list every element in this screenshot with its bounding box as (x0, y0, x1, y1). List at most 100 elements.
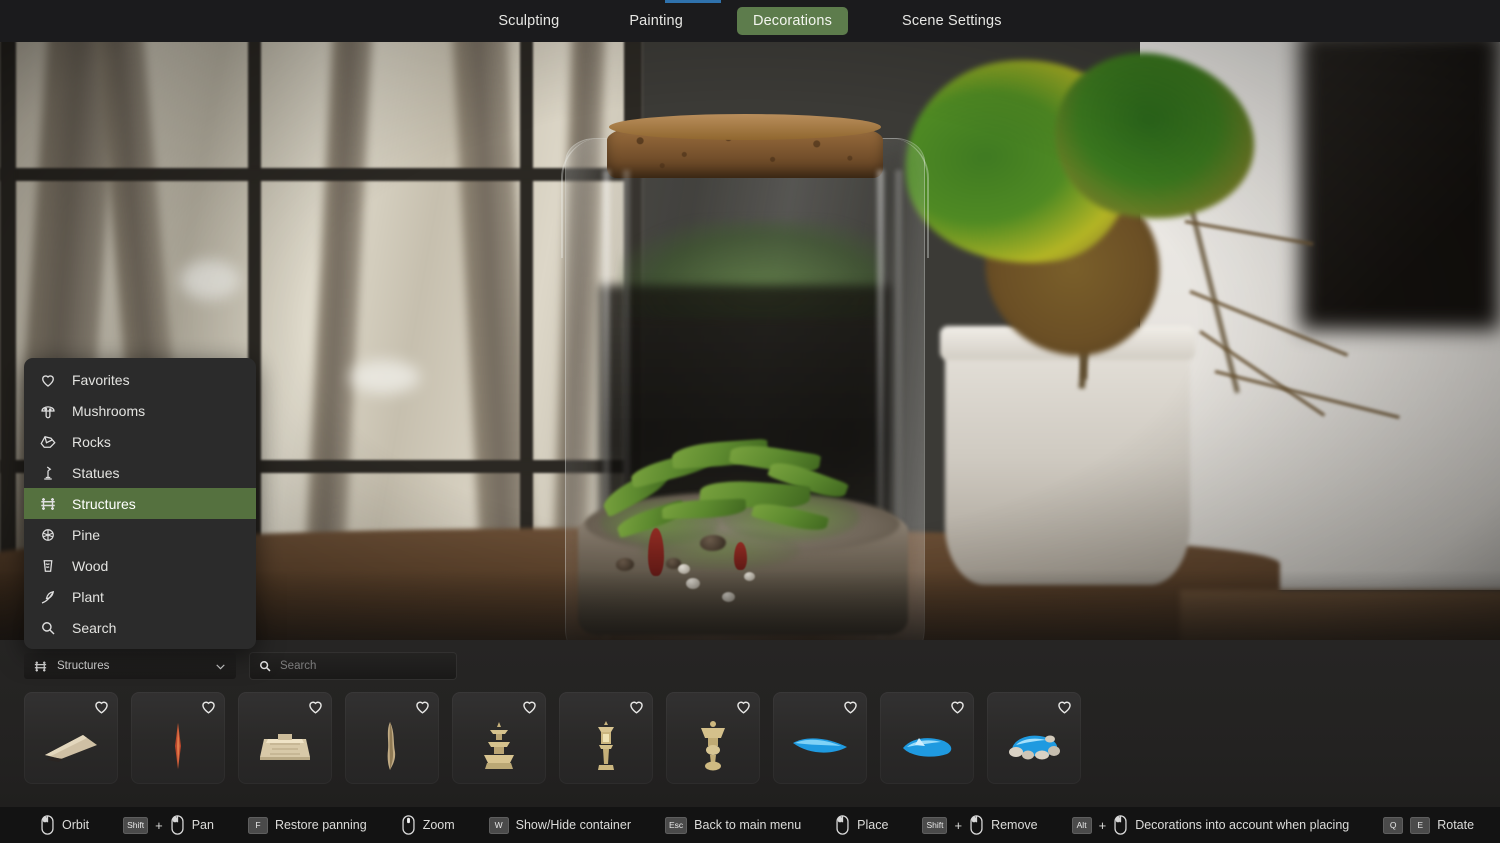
top-progress-sliver (665, 0, 721, 3)
hotkey-zoom: Zoom (401, 815, 455, 835)
hotkey-show-hide-container: W Show/Hide container (488, 816, 631, 834)
mouse-left-icon (40, 815, 55, 835)
panel-toolbar: Structures (0, 650, 1500, 682)
plus-icon: + (155, 817, 163, 833)
sidebar-item-label: Mushrooms (72, 402, 146, 419)
hotkey-label: Zoom (422, 818, 455, 832)
favorite-heart-icon[interactable] (1055, 697, 1074, 716)
heart-icon (38, 370, 58, 390)
hotkey-decorations-into-account: Alt + Decorations into account when plac… (1071, 815, 1350, 835)
hotkey-pan: Shift + Pan (123, 815, 214, 835)
key-badge-alt: Alt (1071, 816, 1092, 834)
mouse-left-icon (1113, 815, 1128, 835)
mouse-left-icon (170, 815, 185, 835)
hotkey-back-to-main-menu: Esc Back to main menu (665, 816, 802, 834)
plus-icon: + (954, 817, 963, 833)
item-thumbnail (987, 718, 1081, 774)
item-card-red-thin-pole[interactable] (131, 692, 225, 784)
statue-icon (38, 463, 58, 483)
hotkey-remove: Shift + Remove (922, 815, 1038, 835)
search-box[interactable] (250, 653, 456, 679)
sidebar-item-label: Search (72, 619, 117, 636)
key-badge-e: E (1410, 816, 1431, 834)
item-card-water-pond-small[interactable] (880, 692, 974, 784)
sidebar-item-label: Plant (72, 588, 104, 605)
rock-icon (38, 432, 58, 452)
category-dropdown[interactable]: Structures (24, 653, 236, 679)
tab-decorations[interactable]: Decorations (736, 7, 848, 35)
sidebar-item-plant[interactable]: Plant (24, 581, 256, 612)
favorite-heart-icon[interactable] (627, 697, 646, 716)
item-card-stone-pagoda[interactable] (452, 692, 546, 784)
item-thumbnail (452, 718, 546, 774)
item-card-stone-lantern-tall[interactable] (559, 692, 653, 784)
favorite-heart-icon[interactable] (734, 697, 753, 716)
hotkey-place: Place (835, 815, 888, 835)
tab-list: Sculpting Painting Decorations Scene Set… (482, 7, 1017, 35)
mushroom-icon (38, 401, 58, 421)
sidebar-item-search[interactable]: Search (24, 612, 256, 643)
favorite-heart-icon[interactable] (841, 697, 860, 716)
favorite-heart-icon[interactable] (520, 697, 539, 716)
favorite-heart-icon[interactable] (92, 697, 111, 716)
mushroom-red (734, 542, 747, 570)
sidebar-item-pine[interactable]: Pine (24, 519, 256, 550)
item-thumbnail (773, 718, 867, 774)
sidebar-item-label: Statues (72, 464, 120, 481)
key-badge-w: W (488, 816, 509, 834)
item-thumbnail (559, 718, 653, 774)
structure-icon (33, 659, 48, 674)
hotkey-label: Orbit (62, 818, 90, 832)
hotkey-restore-panning: F Restore panning (247, 816, 367, 834)
sidebar-item-label: Pine (72, 526, 101, 543)
sidebar-item-label: Favorites (72, 371, 130, 388)
item-card-water-pond-rocky[interactable] (987, 692, 1081, 784)
tab-sculpting[interactable]: Sculpting (482, 7, 575, 35)
favorite-heart-icon[interactable] (413, 697, 432, 716)
sidebar-item-structures[interactable]: Structures (24, 488, 256, 519)
search-input[interactable] (280, 660, 448, 672)
mouse-left-icon (835, 815, 850, 835)
sidebar-item-statues[interactable]: Statues (24, 457, 256, 488)
hotkey-label: Decorations into account when placing (1135, 818, 1350, 832)
item-thumbnail (666, 718, 760, 774)
background-shadow-corner (1300, 30, 1500, 330)
mouse-left-icon (969, 815, 984, 835)
sidebar-item-label: Rocks (72, 433, 111, 450)
item-card-stone-lantern-wide[interactable] (666, 692, 760, 784)
item-thumbnail (131, 718, 225, 774)
item-card-wooden-bridge[interactable] (238, 692, 332, 784)
sidebar-item-rocks[interactable]: Rocks (24, 426, 256, 457)
hotkey-label: Place (857, 818, 889, 832)
window-mullion (0, 168, 640, 181)
hotkey-label: Restore panning (274, 818, 367, 832)
hotkey-rotate: Q E Rotate (1383, 816, 1474, 834)
sidebar-item-mushrooms[interactable]: Mushrooms (24, 395, 256, 426)
sidebar-item-wood[interactable]: Wood (24, 550, 256, 581)
key-badge-f: F (247, 816, 268, 834)
item-card-wooden-plank-ramp[interactable] (24, 692, 118, 784)
potted-plant-pot (945, 330, 1190, 585)
category-menu: Favorites Mushrooms Rocks Statues Struct (24, 358, 256, 649)
tab-scene-settings[interactable]: Scene Settings (886, 7, 1018, 35)
plus-icon: + (1098, 817, 1107, 833)
hotkey-label: Remove (991, 818, 1038, 832)
item-thumbnail (24, 718, 118, 774)
hotkey-label: Pan (191, 818, 214, 832)
wood-icon (38, 556, 58, 576)
item-card-water-stream[interactable] (773, 692, 867, 784)
favorite-heart-icon[interactable] (948, 697, 967, 716)
mouse-wheel-icon (401, 815, 416, 835)
tab-painting[interactable]: Painting (613, 7, 699, 35)
sidebar-item-favorites[interactable]: Favorites (24, 364, 256, 395)
category-dropdown-value: Structures (57, 660, 110, 672)
hotkey-label: Back to main menu (694, 818, 802, 832)
favorite-heart-icon[interactable] (199, 697, 218, 716)
decorations-panel: Structures Search Orbit Shift + Pan F Re… (0, 640, 1500, 843)
hotkey-orbit: Orbit (40, 815, 89, 835)
chevron-down-icon (214, 660, 227, 673)
favorite-heart-icon[interactable] (306, 697, 325, 716)
decoration-item-grid (24, 692, 1081, 784)
item-card-driftwood-branch[interactable] (345, 692, 439, 784)
key-badge-q: Q (1383, 816, 1404, 834)
